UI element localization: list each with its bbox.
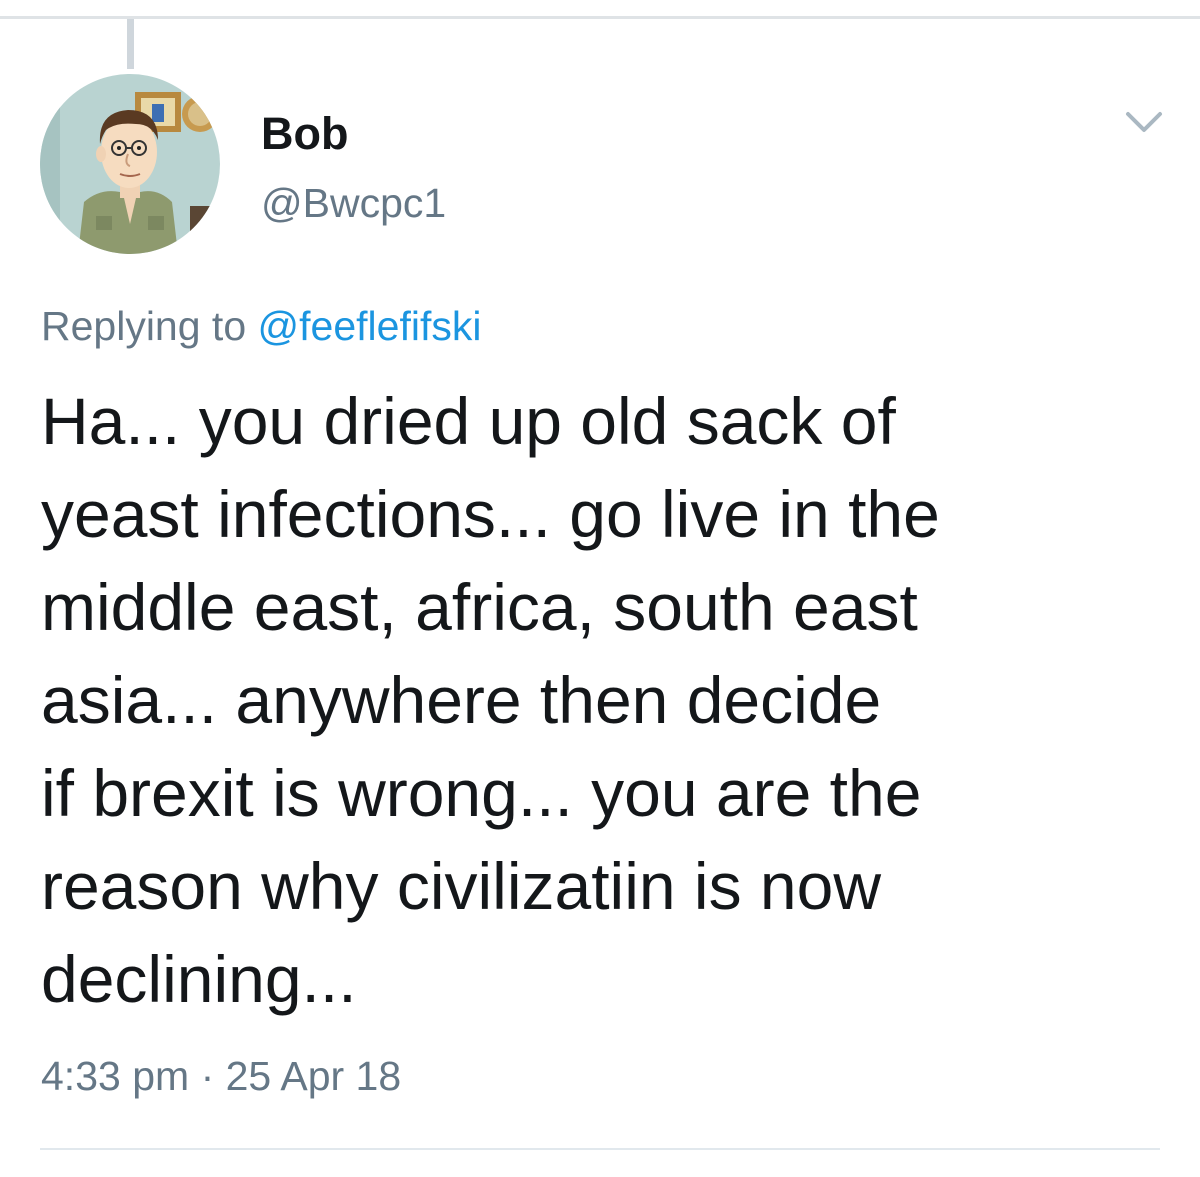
avatar-image	[40, 74, 220, 254]
tweet-text: Ha... you dried up old sack of yeast inf…	[41, 384, 940, 1016]
replying-to-mention-link[interactable]: @feeflefifski	[258, 303, 482, 349]
user-handle[interactable]: @Bwcpc1	[261, 178, 446, 228]
display-name[interactable]: Bob	[261, 108, 348, 160]
avatar[interactable]	[40, 74, 220, 254]
tweet-date: 25 Apr 18	[225, 1053, 402, 1099]
bottom-divider	[40, 1148, 1160, 1150]
replying-to-line: Replying to @feeflefifski	[41, 300, 481, 352]
thread-connector-line	[127, 19, 134, 69]
tweet-time: 4:33 pm	[41, 1053, 190, 1099]
replying-to-label: Replying to	[41, 303, 247, 349]
top-divider	[0, 16, 1200, 19]
chevron-down-icon[interactable]	[1124, 106, 1164, 140]
timestamp-separator: ·	[200, 1053, 215, 1099]
tweet-timestamp: 4:33 pm · 25 Apr 18	[41, 1050, 401, 1102]
